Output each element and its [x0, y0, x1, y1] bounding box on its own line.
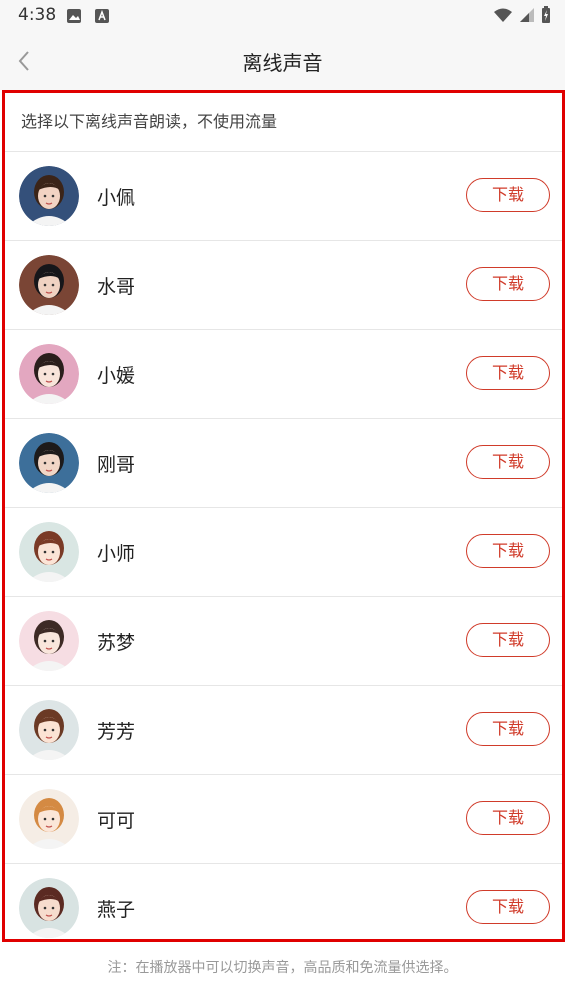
voice-row: 刚哥 下载	[5, 419, 562, 508]
status-time: 4:38	[18, 5, 57, 25]
intro-text: 选择以下离线声音朗读，不使用流量	[5, 93, 562, 152]
voice-row: 可可 下载	[5, 775, 562, 864]
download-button[interactable]: 下载	[466, 801, 550, 835]
download-button[interactable]: 下载	[466, 890, 550, 924]
voice-row: 小师 下载	[5, 508, 562, 597]
download-button[interactable]: 下载	[466, 356, 550, 390]
voice-row: 小佩 下载	[5, 152, 562, 241]
voice-row: 芳芳 下载	[5, 686, 562, 775]
voice-name: 小师	[97, 543, 136, 565]
footer-note: 注：在播放器中可以切换声音，高品质和免流量供选择。	[107, 960, 458, 976]
voice-name: 燕子	[97, 899, 136, 921]
status-bar: 4:38	[0, 0, 565, 32]
voice-row: 小媛 下载	[5, 330, 562, 419]
voice-name: 水哥	[97, 276, 136, 298]
voice-avatar-icon	[19, 878, 79, 938]
image-notification-icon	[67, 9, 81, 23]
battery-charging-icon	[542, 6, 550, 23]
voice-row: 水哥 下载	[5, 241, 562, 330]
voice-name: 刚哥	[97, 454, 136, 476]
page-title: 离线声音	[242, 51, 323, 75]
download-button[interactable]: 下载	[466, 534, 550, 568]
voice-name: 小佩	[97, 187, 136, 209]
wifi-icon	[494, 8, 512, 22]
voice-list-panel: 选择以下离线声音朗读，不使用流量 小佩 下载 水哥 下载 小媛 下载 刚哥 下载 小师 下载 苏梦下…	[2, 90, 565, 942]
voice-avatar-icon	[19, 522, 79, 582]
voice-avatar-icon	[19, 700, 79, 760]
voice-avatar-icon	[19, 611, 79, 671]
keyboard-notification-icon	[95, 9, 109, 23]
voice-row: 燕子 下载	[5, 864, 562, 939]
voice-name: 芳芳	[97, 721, 136, 743]
download-button[interactable]: 下载	[466, 445, 550, 479]
voice-list: 小佩 下载 水哥 下载 小媛 下载 刚哥 下载 小师 下载 苏梦 下载 芳芳 下载 可可 下载 燕子 下载	[5, 152, 562, 939]
download-button[interactable]: 下载	[466, 623, 550, 657]
download-button[interactable]: 下载	[466, 267, 550, 301]
download-button[interactable]: 下载	[466, 712, 550, 746]
voice-row: 苏梦 下载	[5, 597, 562, 686]
title-bar: 离线声音	[0, 32, 565, 90]
voice-avatar-icon	[19, 789, 79, 849]
voice-avatar-icon	[19, 166, 79, 226]
download-button[interactable]: 下载	[466, 178, 550, 212]
voice-name: 苏梦	[97, 632, 136, 654]
voice-avatar-icon	[19, 433, 79, 493]
voice-name: 可可	[97, 810, 136, 832]
voice-avatar-icon	[19, 344, 79, 404]
cellular-signal-icon	[520, 8, 534, 22]
voice-name: 小媛	[97, 365, 136, 387]
voice-avatar-icon	[19, 255, 79, 315]
